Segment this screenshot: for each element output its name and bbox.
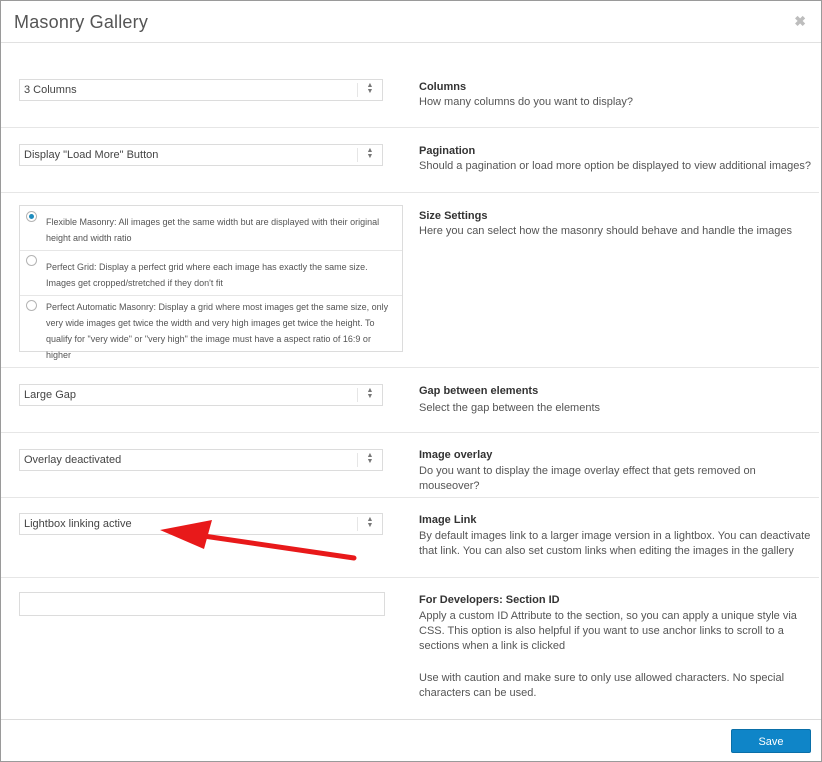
annotation-arrow-icon [160, 520, 357, 561]
